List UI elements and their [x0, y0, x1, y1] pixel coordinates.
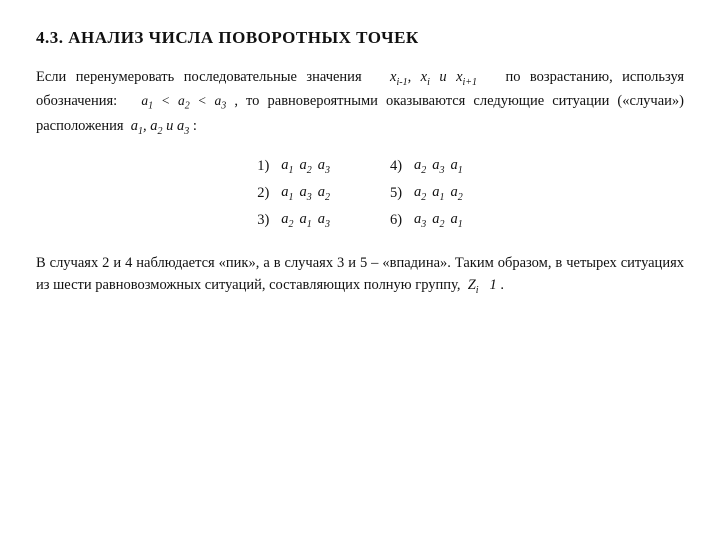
cases-block: 1) a1 a2 a3 2) a1 a3 a2 3) a2 a1 a3 4) a… — [36, 157, 684, 230]
case-num-2: 2) — [257, 185, 275, 202]
bottom-period: . — [500, 277, 504, 293]
page: 4.3. АНАЛИЗ ЧИСЛА ПОВОРОТНЫХ ТОЧЕК Если … — [0, 0, 720, 540]
vars: a1, a2 и a3 — [131, 118, 190, 134]
case-num-5: 5) — [390, 185, 408, 202]
case-5-v1: a2 — [414, 184, 426, 203]
case-4: 4) a2 a3 a1 — [390, 157, 463, 176]
case-4-v2: a3 — [432, 157, 444, 176]
case-2: 2) a1 a3 a2 — [257, 184, 330, 203]
case-4-v1: a2 — [414, 157, 426, 176]
cases-left: 1) a1 a2 a3 2) a1 a3 a2 3) a2 a1 a3 — [257, 157, 330, 230]
case-4-v3: a1 — [451, 157, 463, 176]
inequality: a1 < a2 < a3 — [141, 93, 226, 108]
case-2-v3: a2 — [318, 184, 330, 203]
case-num-4: 4) — [390, 158, 408, 175]
page-title: 4.3. АНАЛИЗ ЧИСЛА ПОВОРОТНЫХ ТОЧЕК — [36, 28, 684, 48]
case-1: 1) a1 a2 a3 — [257, 157, 330, 176]
case-num-3: 3) — [257, 212, 275, 229]
case-num-6: 6) — [390, 212, 408, 229]
case-2-v1: a1 — [281, 184, 293, 203]
case-5-v3: a2 — [451, 184, 463, 203]
case-6-v2: a2 — [432, 211, 444, 230]
intro-paragraph: Если перенумеровать последовательные зна… — [36, 66, 684, 139]
case-2-v2: a3 — [300, 184, 312, 203]
case-1-v2: a2 — [300, 157, 312, 176]
bottom-formula: Zi 1 — [468, 277, 497, 293]
case-6-v1: a3 — [414, 211, 426, 230]
case-5-v2: a1 — [432, 184, 444, 203]
case-1-v1: a1 — [281, 157, 293, 176]
bottom-paragraph: В случаях 2 и 4 наблюдается «пик», а в с… — [36, 252, 684, 299]
case-num-1: 1) — [257, 158, 275, 175]
intro-text-1: Если перенумеровать последовательные зна… — [36, 69, 362, 85]
case-6-v3: a1 — [451, 211, 463, 230]
case-3-v2: a1 — [300, 211, 312, 230]
case-5: 5) a2 a1 a2 — [390, 184, 463, 203]
case-3: 3) a2 a1 a3 — [257, 211, 330, 230]
xi-notation: xi-1, xi и xi+1 — [390, 69, 477, 85]
case-3-v3: a3 — [318, 211, 330, 230]
cases-right: 4) a2 a3 a1 5) a2 a1 a2 6) a3 a2 a1 — [390, 157, 463, 230]
case-3-v1: a2 — [281, 211, 293, 230]
case-1-v3: a3 — [318, 157, 330, 176]
case-6: 6) a3 a2 a1 — [390, 211, 463, 230]
bottom-text-main: В случаях 2 и 4 наблюдается «пик», а в с… — [36, 255, 684, 293]
